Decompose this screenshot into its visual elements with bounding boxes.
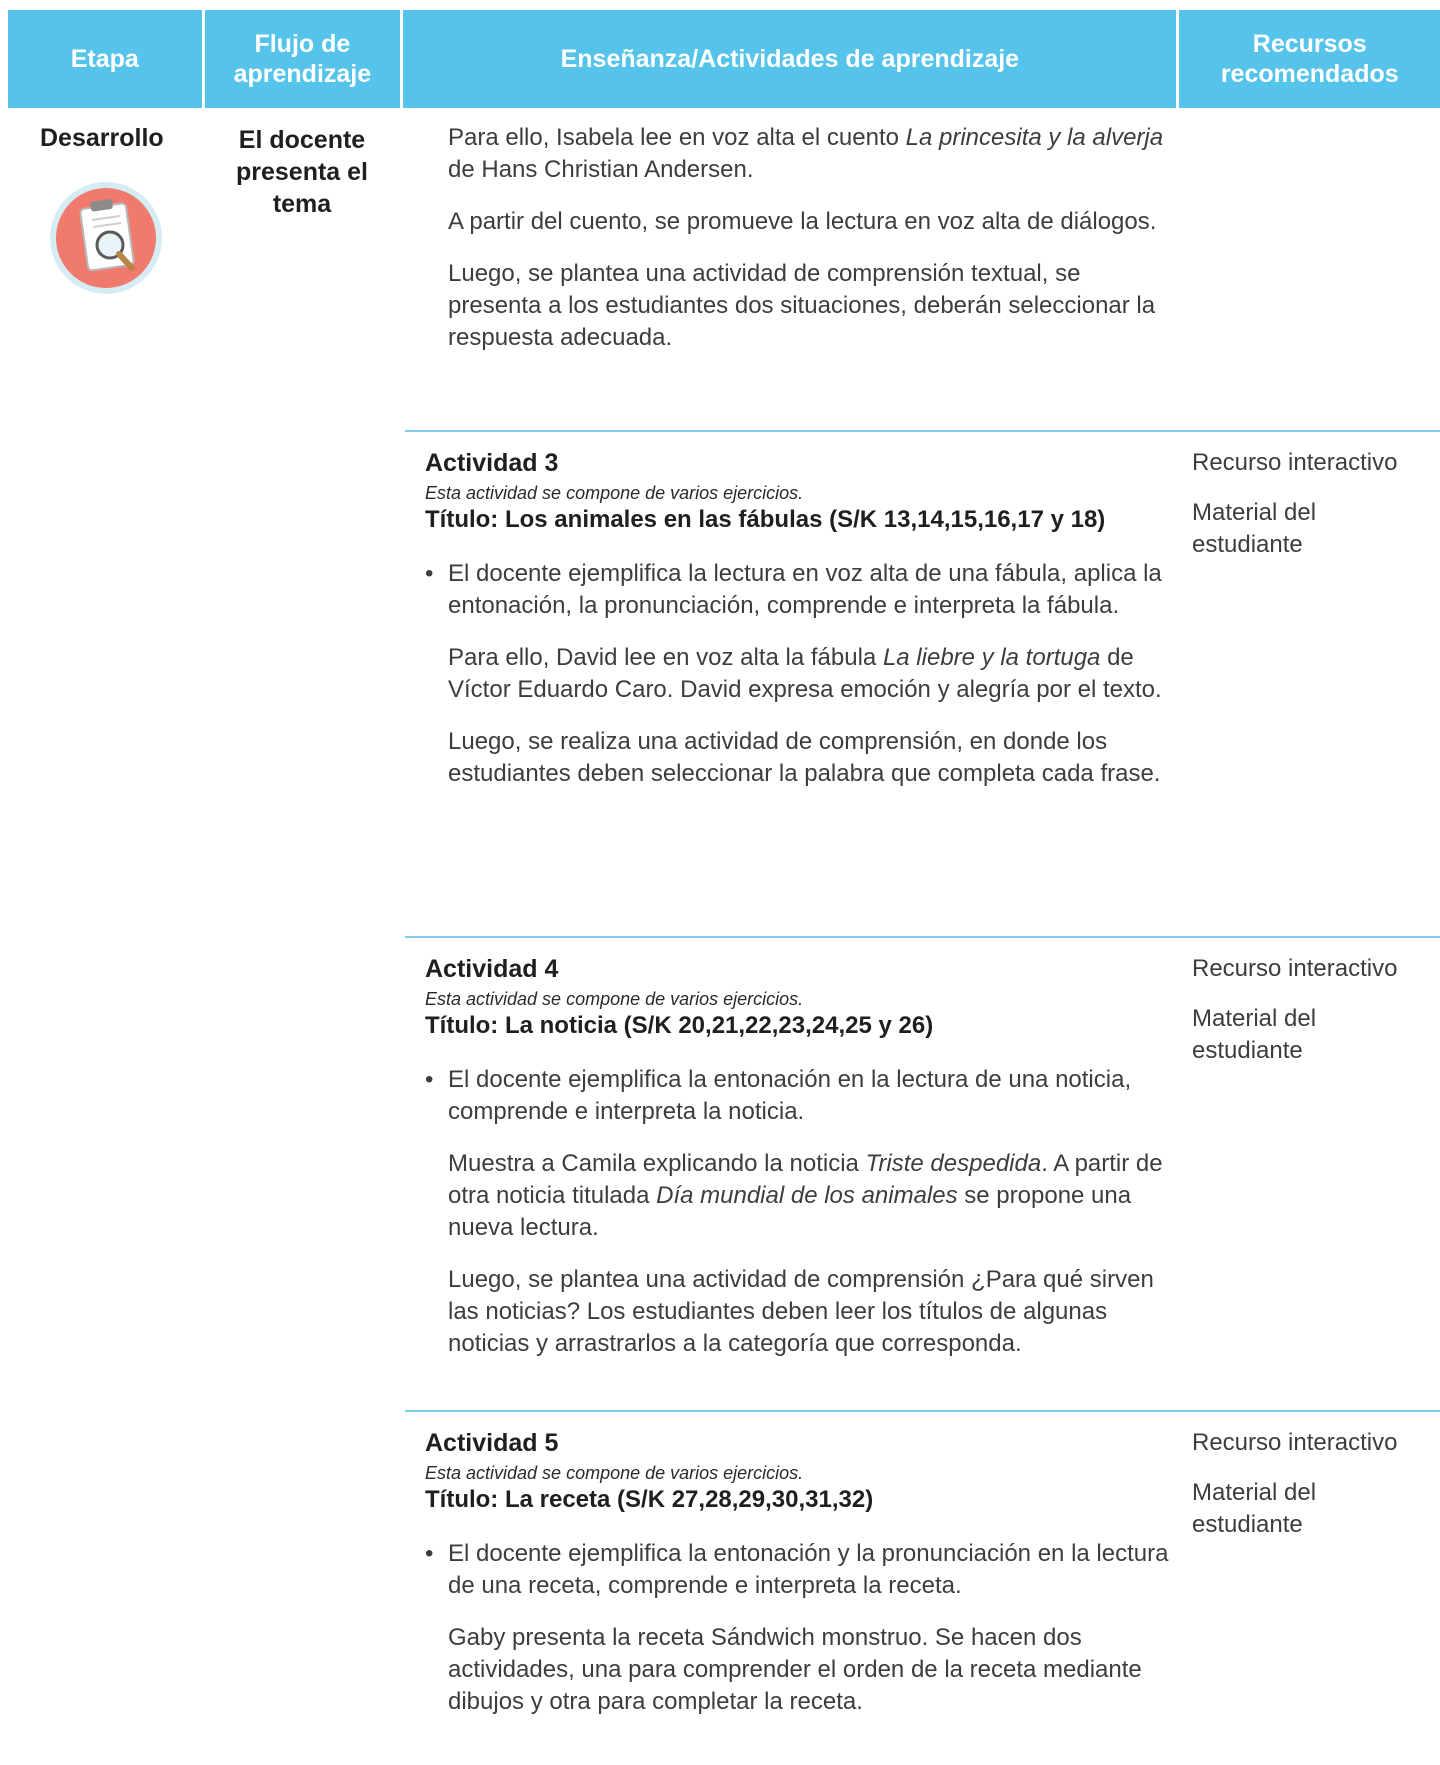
activity-note: Esta actividad se compone de varios ejer…: [425, 1463, 804, 1483]
bullet-icon: •: [425, 560, 434, 587]
activity-paragraph: Luego, se plantea una actividad de compr…: [448, 1266, 1154, 1357]
divider: [405, 430, 1440, 432]
activity-title: Actividad 4: [425, 955, 559, 983]
activity-bullet: • El docente ejemplifica la lectura en v…: [425, 558, 1170, 622]
activity-4-resources: Recurso interactivo Material del estudia…: [1192, 953, 1432, 1085]
activity-bullet: • El docente ejemplifica la entonación e…: [425, 1064, 1170, 1128]
activity-note: Esta actividad se compone de varios ejer…: [425, 483, 804, 503]
activity-subtitle: Título: Los animales en las fábulas (S/K…: [425, 506, 1106, 533]
activity-3: Actividad 3 Esta actividad se compone de…: [425, 448, 1170, 810]
activity-paragraph: Para ello, David lee en voz alta la fábu…: [448, 644, 1162, 703]
intro-paragraph-2: A partir del cuento, se promueve la lect…: [448, 208, 1157, 235]
activity-note: Esta actividad se compone de varios ejer…: [425, 989, 804, 1009]
resource-item: Recurso interactivo: [1192, 449, 1398, 476]
divider: [405, 936, 1440, 938]
activity-5: Actividad 5 Esta actividad se compone de…: [425, 1428, 1170, 1738]
stage-label: Desarrollo: [40, 124, 164, 152]
flow-label: El docente presenta el tema: [235, 126, 368, 218]
resource-item: Material del estudiante: [1192, 1005, 1317, 1064]
activity-3-resources: Recurso interactivo Material del estudia…: [1192, 447, 1432, 579]
intro-paragraph-1: Para ello, Isabela lee en voz alta el cu…: [448, 124, 1164, 183]
resource-item: Material del estudiante: [1192, 1479, 1317, 1538]
bullet-icon: •: [425, 1540, 434, 1567]
header-etapa: Etapa: [8, 10, 202, 108]
activity-subtitle: Título: La noticia (S/K 20,21,22,23,24,2…: [425, 1012, 934, 1039]
intro-paragraph-3: Luego, se plantea una actividad de compr…: [448, 260, 1156, 351]
activity-5-resources: Recurso interactivo Material del estudia…: [1192, 1427, 1432, 1559]
activity-title: Actividad 5: [425, 1429, 559, 1457]
resource-item: Material del estudiante: [1192, 499, 1317, 558]
intro-section: Para ello, Isabela lee en voz alta el cu…: [448, 122, 1168, 374]
header-flujo: Flujo de aprendizaje: [204, 10, 401, 108]
header-recursos: Recursos recomendados: [1179, 10, 1440, 108]
activity-paragraph: Luego, se realiza una actividad de compr…: [448, 728, 1161, 787]
activity-subtitle: Título: La receta (S/K 27,28,29,30,31,32…: [425, 1486, 874, 1513]
resource-item: Recurso interactivo: [1192, 1429, 1398, 1456]
table-header: Etapa Flujo de aprendizaje Enseñanza/Act…: [8, 10, 1440, 108]
divider: [405, 1410, 1440, 1412]
bullet-icon: •: [425, 1066, 434, 1093]
activity-paragraph: Gaby presenta la receta Sándwich monstru…: [448, 1624, 1142, 1715]
activity-title: Actividad 3: [425, 449, 559, 477]
header-ensenanza: Enseñanza/Actividades de aprendizaje: [403, 10, 1177, 108]
clipboard-magnifier-icon: [48, 180, 164, 296]
activity-4: Actividad 4 Esta actividad se compone de…: [425, 954, 1170, 1380]
activity-bullet: • El docente ejemplifica la entonación y…: [425, 1538, 1170, 1602]
resource-item: Recurso interactivo: [1192, 955, 1398, 982]
activity-paragraph: Muestra a Camila explicando la noticia T…: [448, 1150, 1163, 1241]
